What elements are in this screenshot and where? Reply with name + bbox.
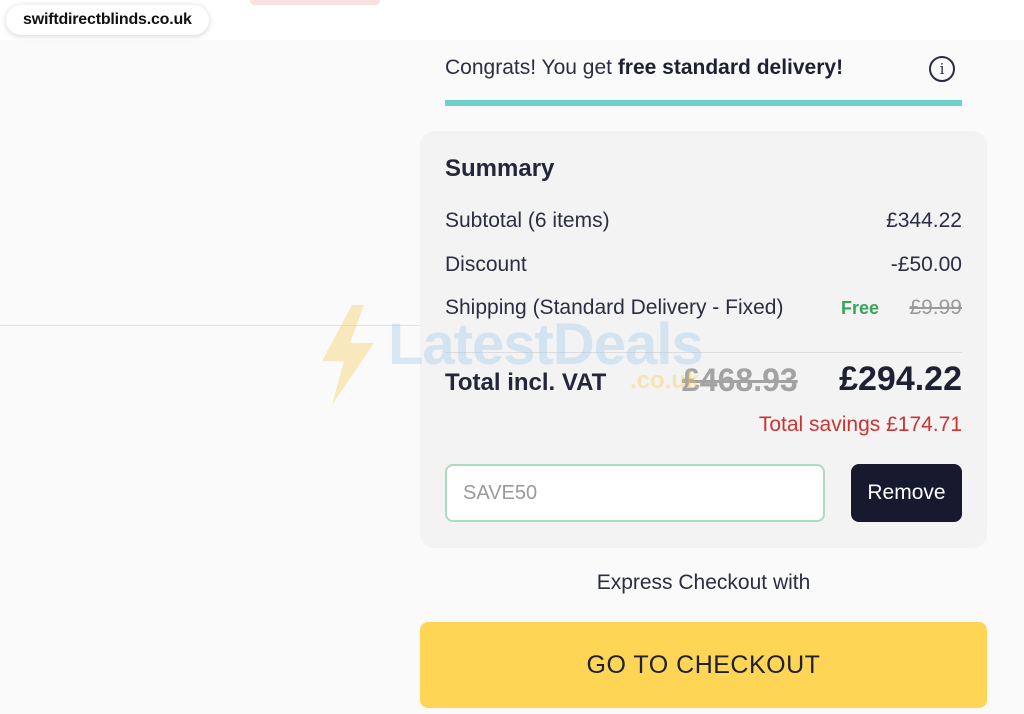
promo-code-input[interactable] (445, 464, 825, 522)
go-to-checkout-button[interactable]: GO TO CHECKOUT (420, 622, 987, 708)
banner-text: Congrats! You get (445, 56, 618, 79)
delivery-progress-fill (445, 100, 962, 106)
info-icon[interactable]: i (929, 56, 955, 82)
left-divider (0, 325, 420, 326)
delivery-progress-bar (445, 100, 962, 106)
total-label: Total incl. VAT (445, 369, 607, 396)
discount-label: Discount (445, 253, 527, 276)
top-accent-strip (250, 0, 380, 5)
summary-divider (445, 352, 962, 353)
subtotal-value: £344.22 (886, 209, 962, 232)
total-original-price: £468.93 (682, 362, 798, 398)
shipping-original-price: £9.99 (909, 296, 962, 319)
subtotal-label: Subtotal (6 items) (445, 209, 610, 232)
url-pill[interactable]: swiftdirectblinds.co.uk (6, 5, 209, 35)
shipping-free-badge: Free (841, 298, 880, 318)
lightning-bolt-icon (322, 305, 374, 405)
total-savings: Total savings £174.71 (758, 413, 962, 436)
summary-title: Summary (445, 155, 555, 182)
total-price: £294.22 (839, 360, 962, 398)
free-delivery-banner: Congrats! You get free standard delivery… (445, 56, 843, 80)
remove-promo-button[interactable]: Remove (851, 464, 962, 522)
express-checkout-label: Express Checkout with (596, 571, 811, 594)
banner-highlight: free standard delivery! (617, 56, 844, 79)
shipping-label: Shipping (Standard Delivery - Fixed) (445, 296, 784, 319)
discount-value: -£50.00 (890, 253, 962, 276)
